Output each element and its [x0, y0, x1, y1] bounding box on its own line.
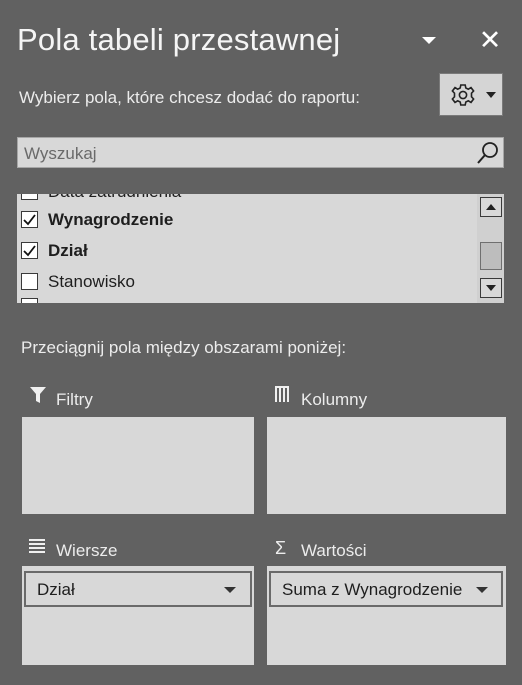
filters-area-label: Filtry — [56, 390, 93, 409]
chevron-down-icon — [422, 37, 436, 44]
panel-title: Pola tabeli przestawnej — [17, 22, 341, 57]
filter-icon — [30, 386, 46, 404]
arrow-down-icon — [486, 285, 496, 291]
field-item-wynagrodzenie[interactable]: Wynagrodzenie — [17, 205, 477, 235]
drag-fields-instruction: Przeciągnij pola między obszarami poniże… — [21, 338, 347, 357]
rows-field-chip-dzial[interactable]: Dział — [24, 571, 252, 607]
rows-icon — [29, 539, 45, 553]
scroll-up-button[interactable] — [480, 197, 502, 217]
filters-drop-zone[interactable] — [22, 417, 254, 514]
values-area-label: Wartości — [301, 541, 367, 560]
field-list-scrollbar[interactable] — [477, 194, 504, 303]
chip-label: Dział — [37, 580, 75, 599]
field-checkbox — [21, 298, 38, 303]
field-checkbox[interactable] — [21, 242, 38, 259]
chip-label: Suma z Wynagrodzenie — [282, 580, 463, 599]
rows-area-label: Wiersze — [56, 541, 118, 560]
close-button[interactable]: ✕ — [478, 26, 502, 54]
field-checkbox[interactable] — [21, 211, 38, 228]
columns-icon — [275, 386, 291, 402]
scroll-thumb[interactable] — [480, 242, 502, 270]
search-icon[interactable] — [475, 140, 501, 166]
choose-fields-label: Wybierz pola, które chcesz dodać do rapo… — [19, 88, 360, 107]
field-item-partial — [17, 298, 477, 303]
field-checkbox[interactable] — [21, 194, 38, 200]
field-checkbox[interactable] — [21, 273, 38, 290]
arrow-up-icon — [486, 204, 496, 210]
rows-drop-zone[interactable]: Dział — [22, 566, 254, 665]
field-label: Wynagrodzenie — [48, 210, 174, 229]
scroll-down-button[interactable] — [480, 278, 502, 298]
chevron-down-icon[interactable] — [476, 587, 488, 593]
field-label: Data zatrudnienia — [48, 194, 181, 202]
field-list-settings-button[interactable] — [439, 73, 503, 116]
sigma-icon: Σ — [275, 538, 287, 558]
field-label: Dział — [48, 241, 88, 260]
panel-options-dropdown[interactable] — [417, 28, 441, 52]
field-item-dzial[interactable]: Dział — [17, 236, 477, 266]
values-field-chip-suma-z-wynagrodzenie[interactable]: Suma z Wynagrodzenie — [269, 571, 503, 607]
field-label: Stanowisko — [48, 272, 135, 291]
search-input[interactable] — [22, 141, 466, 167]
checkmark-icon — [23, 245, 36, 257]
close-icon: ✕ — [478, 25, 502, 55]
columns-area-label: Kolumny — [301, 390, 368, 409]
chevron-down-icon[interactable] — [224, 587, 236, 593]
values-drop-zone[interactable]: Suma z Wynagrodzenie — [267, 566, 506, 665]
columns-drop-zone[interactable] — [267, 417, 506, 514]
pivot-field-list: Data zatrudnienia Wynagrodzenie Dział St… — [17, 194, 504, 303]
checkmark-icon — [23, 214, 36, 226]
gear-icon — [451, 84, 496, 106]
field-search-box — [17, 137, 504, 168]
field-item-stanowisko[interactable]: Stanowisko — [17, 267, 477, 297]
